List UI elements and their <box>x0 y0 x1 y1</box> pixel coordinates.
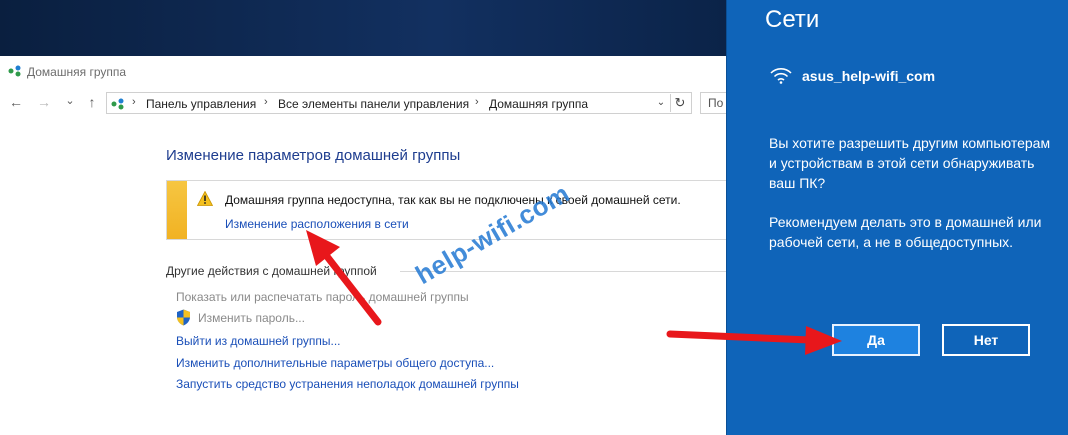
breadcrumb-homegroup[interactable]: Домашняя группа <box>489 97 588 111</box>
change-password-link: Изменить пароль... <box>198 311 305 325</box>
forward-arrow-icon[interactable]: → <box>36 94 52 110</box>
back-arrow-icon[interactable]: ← <box>8 94 24 110</box>
breadcrumb-control-panel[interactable]: Панель управления <box>146 97 256 111</box>
notice-message: Домашняя группа недоступна, так как вы н… <box>225 193 681 207</box>
networks-panel-title: Сети <box>765 6 820 33</box>
networks-panel: Сети asus_help-wifi_com Вы хотите разреш… <box>726 0 1068 435</box>
advanced-sharing-settings-link[interactable]: Изменить дополнительные параметры общего… <box>176 356 494 370</box>
homegroup-unavailable-notice: Домашняя группа недоступна, так как вы н… <box>166 180 726 240</box>
address-bar[interactable]: › Панель управления › Все элементы панел… <box>106 92 692 114</box>
change-network-location-link[interactable]: Изменение расположения в сети <box>225 217 409 231</box>
homegroup-icon <box>8 65 21 77</box>
homegroup-icon <box>111 98 124 110</box>
yes-button[interactable]: Да <box>832 324 920 356</box>
address-dropdown-icon[interactable]: ⌄ <box>653 95 669 111</box>
notice-color-bar <box>167 181 187 239</box>
warning-icon <box>197 191 213 206</box>
discovery-recommendation: Рекомендуем делать это в домашней или ра… <box>769 214 1042 250</box>
other-actions-heading: Другие действия с домашней группой <box>166 264 377 278</box>
breadcrumb-all-items[interactable]: Все элементы панели управления <box>278 97 469 111</box>
no-button[interactable]: Нет <box>942 324 1030 356</box>
up-arrow-icon[interactable]: ↑ <box>84 94 100 110</box>
title-bar: Домашняя группа <box>0 56 726 86</box>
desktop-background <box>0 0 726 56</box>
breadcrumb-separator: › <box>132 96 136 108</box>
leave-homegroup-link[interactable]: Выйти из домашней группы... <box>176 334 341 348</box>
recent-locations-chevron-icon[interactable]: ⌄ <box>62 94 78 107</box>
control-panel-window: Домашняя группа ← → ⌄ ↑ › Панель управле… <box>0 56 740 435</box>
breadcrumb-separator: › <box>475 96 479 108</box>
discovery-question: Вы хотите разрешить другим компьютерам и… <box>769 135 1051 191</box>
uac-shield-icon <box>177 309 190 326</box>
window-title: Домашняя группа <box>27 65 127 79</box>
page-title: Изменение параметров домашней группы <box>166 147 461 164</box>
network-name: asus_help-wifi_com <box>802 68 936 84</box>
homegroup-troubleshooter-link[interactable]: Запустить средство устранения неполадок … <box>176 377 519 391</box>
show-print-password-link: Показать или распечатать пароль домашней… <box>176 290 469 304</box>
navigation-bar: ← → ⌄ ↑ › Панель управления › Все элемен… <box>0 90 740 118</box>
breadcrumb-separator: › <box>264 96 268 108</box>
wifi-icon <box>770 68 792 84</box>
refresh-icon[interactable]: ↻ <box>670 94 689 112</box>
